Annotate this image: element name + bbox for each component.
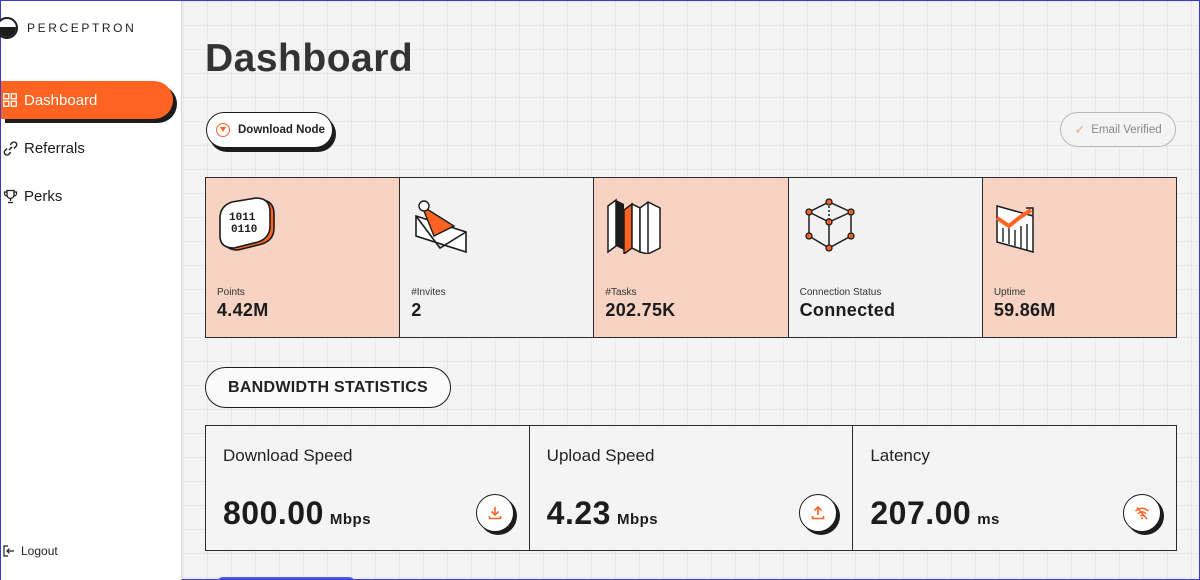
perceptron-logo-icon xyxy=(0,17,18,39)
link-icon xyxy=(2,140,18,156)
bandwidth-unit: ms xyxy=(977,511,1000,528)
download-circle-icon xyxy=(216,123,230,137)
bandwidth-card-upload: Upload Speed 4.23 Mbps xyxy=(530,426,854,550)
bandwidth-label: Download Speed xyxy=(223,446,353,465)
bandwidth-card-latency: Latency 207.00 ms xyxy=(853,426,1176,550)
books-icon xyxy=(607,198,662,254)
sidebar-item-label: Dashboard xyxy=(24,91,98,109)
stat-value: 59.86M xyxy=(993,300,1056,320)
email-verified-label: Email Verified xyxy=(1091,123,1162,136)
stat-label: Uptime xyxy=(993,287,1026,298)
bandwidth-value: 4.23 Mbps xyxy=(547,495,658,532)
sidebar: PERCEPTRON Dashboard Referrals Perks Log… xyxy=(0,1,182,580)
logout-icon xyxy=(3,545,15,557)
cube-network-icon xyxy=(804,198,855,252)
stat-value: Connected xyxy=(799,300,896,320)
sidebar-item-perks[interactable]: Perks xyxy=(1,177,62,215)
sidebar-item-dashboard[interactable]: Dashboard xyxy=(1,81,173,119)
sidebar-item-referrals[interactable]: Referrals xyxy=(1,129,85,167)
stat-label: Connection Status xyxy=(799,287,882,298)
svg-text:1011: 1011 xyxy=(229,212,256,224)
chart-trend-icon xyxy=(995,205,1034,253)
main-content: Dashboard Download Node ✓ Email Verified… xyxy=(183,1,1199,579)
upload-speed-button[interactable] xyxy=(799,494,838,532)
sidebar-item-label: Perks xyxy=(24,187,63,205)
bandwidth-statistics-heading: BANDWIDTH STATISTICS xyxy=(205,367,451,408)
bandwidth-value: 207.00 ms xyxy=(870,495,1000,532)
page-title: Dashboard xyxy=(205,37,414,80)
logout-label: Logout xyxy=(21,544,58,558)
download-node-button[interactable]: Download Node xyxy=(206,112,333,148)
download-node-label: Download Node xyxy=(238,124,325,136)
bandwidth-number: 800.00 xyxy=(223,495,324,531)
bandwidth-row: Download Speed 800.00 Mbps Upload Speed 4… xyxy=(205,425,1177,551)
upload-icon xyxy=(812,505,825,520)
stat-label: #Invites xyxy=(411,287,446,298)
sidebar-item-label: Referrals xyxy=(24,139,85,157)
bandwidth-label: Latency xyxy=(870,446,930,465)
bandwidth-card-download: Download Speed 800.00 Mbps xyxy=(206,426,530,550)
bandwidth-label: Upload Speed xyxy=(546,446,655,465)
download-speed-button[interactable] xyxy=(475,494,514,532)
download-icon xyxy=(488,507,501,520)
stat-card-invites: #Invites 2 xyxy=(400,178,595,337)
bandwidth-number: 207.00 xyxy=(870,495,972,531)
latency-button[interactable] xyxy=(1123,494,1162,532)
bandwidth-unit: Mbps xyxy=(329,511,372,528)
stat-card-connection-status: Connection Status Connected xyxy=(788,178,983,337)
stat-value: 2 xyxy=(411,300,422,320)
binary-tag-icon: 1011 0110 xyxy=(219,197,275,251)
wifi-off-icon xyxy=(1135,507,1149,520)
stat-card-points: 1011 0110 Points 4.42M xyxy=(206,178,401,337)
stat-value: 202.75K xyxy=(605,300,676,320)
brand[interactable]: PERCEPTRON xyxy=(0,17,137,39)
svg-text:0110: 0110 xyxy=(231,224,257,236)
email-verified-badge: ✓ Email Verified xyxy=(1060,112,1176,147)
stat-card-tasks: #Tasks 202.75K xyxy=(594,178,789,337)
brand-name: PERCEPTRON xyxy=(27,21,137,35)
envelope-icon xyxy=(415,200,468,254)
logout-button[interactable]: Logout xyxy=(3,542,58,560)
bandwidth-value: 800.00 Mbps xyxy=(223,495,371,532)
stat-card-uptime: Uptime 59.86M xyxy=(982,178,1177,337)
stat-label: #Tasks xyxy=(605,287,637,298)
trophy-icon xyxy=(2,188,18,204)
bandwidth-number: 4.23 xyxy=(546,495,611,531)
stats-row: 1011 0110 Points 4.42M #Invites 2 #Tasks… xyxy=(205,177,1177,338)
check-icon: ✓ xyxy=(1074,121,1086,137)
stat-value: 4.42M xyxy=(217,300,269,320)
stat-label: Points xyxy=(217,287,245,298)
grid-icon xyxy=(2,92,18,108)
bandwidth-unit: Mbps xyxy=(616,511,659,528)
